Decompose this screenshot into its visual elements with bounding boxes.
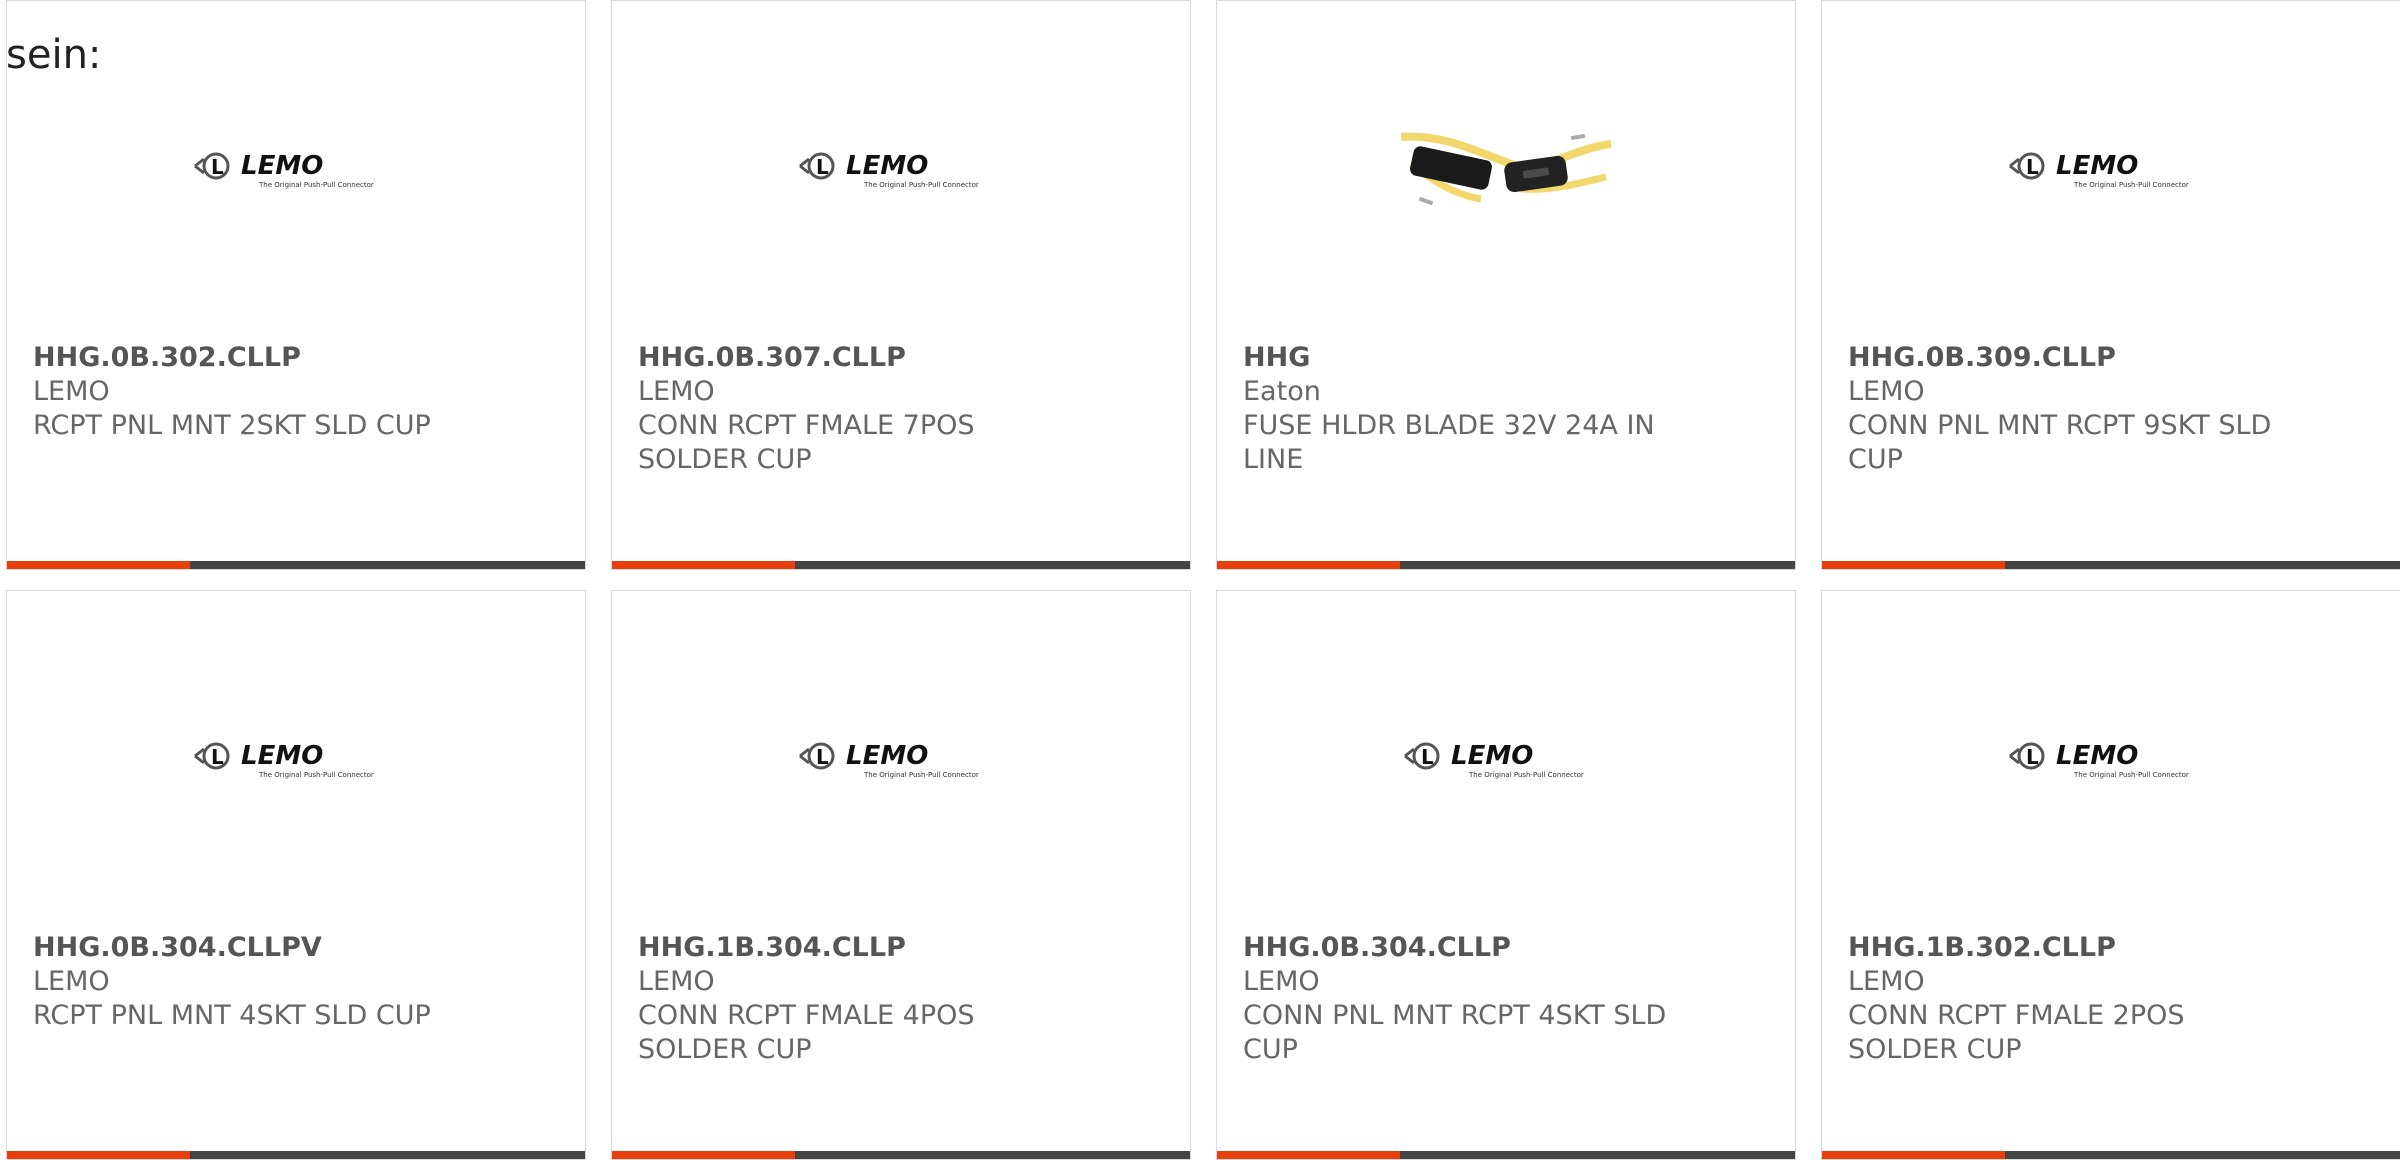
card-footer-bar [1217,1151,1795,1159]
lemo-logo-icon: L LEMO The Original Push-Pull Connector [799,151,979,189]
card-accent-bar [1217,1151,1400,1159]
svg-text:The Original Push-Pull Connect: The Original Push-Pull Connector [258,181,374,189]
description: RCPT PNL MNT 4SKT SLD CUP [33,1000,431,1031]
product-image[interactable]: L LEMO The Original Push-Pull Connector [7,686,585,831]
product-card[interactable]: L LEMO The Original Push-Pull Connector … [611,0,1191,570]
svg-text:The Original Push-Pull Connect: The Original Push-Pull Connector [863,771,979,779]
description: CONN RCPT FMALE 4POS SOLDER CUP [638,1000,975,1065]
product-image[interactable] [1217,96,1795,241]
product-card[interactable]: HHG Eaton FUSE HLDR BLADE 32V 24A IN LIN… [1216,0,1796,570]
svg-text:L: L [816,155,829,179]
part-number[interactable]: HHG [1243,341,1673,375]
product-image[interactable]: L LEMO The Original Push-Pull Connector [1822,686,2400,831]
part-number[interactable]: HHG.1B.304.CLLP [638,931,1068,965]
card-footer-bar [612,561,1190,569]
manufacturer: Eaton [1243,376,1321,407]
lemo-logo-icon: L LEMO The Original Push-Pull Connector [799,741,979,779]
svg-text:L: L [211,155,224,179]
part-number[interactable]: HHG.1B.302.CLLP [1848,931,2278,965]
svg-text:LEMO: LEMO [846,741,928,771]
manufacturer: LEMO [1848,966,1925,997]
product-card[interactable]: L LEMO The Original Push-Pull Connector … [1821,0,2400,570]
svg-text:L: L [211,745,224,769]
card-accent-bar [1822,1151,2005,1159]
product-grid: L LEMO The Original Push-Pull Connector … [6,0,2400,1160]
part-number[interactable]: HHG.0B.307.CLLP [638,341,1068,375]
card-accent-bar [1217,561,1400,569]
card-accent-bar [1822,561,2005,569]
card-accent-bar [7,1151,190,1159]
card-footer-bar [1822,561,2400,569]
description: CONN PNL MNT RCPT 4SKT SLD CUP [1243,1000,1667,1065]
svg-text:L: L [2026,745,2039,769]
product-image[interactable]: L LEMO The Original Push-Pull Connector [1217,686,1795,831]
lemo-logo-icon: L LEMO The Original Push-Pull Connector [2009,741,2189,779]
svg-text:The Original Push-Pull Connect: The Original Push-Pull Connector [2073,771,2189,779]
part-number[interactable]: HHG.0B.304.CLLPV [33,931,463,965]
manufacturer: LEMO [638,966,715,997]
lemo-logo-icon: L LEMO The Original Push-Pull Connector [194,741,374,779]
product-card[interactable]: L LEMO The Original Push-Pull Connector … [611,590,1191,1160]
product-card[interactable]: L LEMO The Original Push-Pull Connector … [1821,590,2400,1160]
product-image[interactable]: L LEMO The Original Push-Pull Connector [612,686,1190,831]
svg-text:The Original Push-Pull Connect: The Original Push-Pull Connector [1468,771,1584,779]
part-number[interactable]: HHG.0B.309.CLLP [1848,341,2278,375]
svg-text:The Original Push-Pull Connect: The Original Push-Pull Connector [2073,181,2189,189]
card-accent-bar [7,561,190,569]
card-footer-bar [612,1151,1190,1159]
svg-text:L: L [2026,155,2039,179]
manufacturer: LEMO [33,966,110,997]
svg-text:L: L [816,745,829,769]
card-accent-bar [612,561,795,569]
description: RCPT PNL MNT 2SKT SLD CUP [33,410,431,441]
lemo-logo-icon: L LEMO The Original Push-Pull Connector [194,151,374,189]
card-footer-bar [7,1151,585,1159]
manufacturer: LEMO [638,376,715,407]
svg-text:The Original Push-Pull Connect: The Original Push-Pull Connector [863,181,979,189]
svg-text:LEMO: LEMO [1451,741,1533,771]
card-footer-bar [1217,561,1795,569]
description: CONN RCPT FMALE 2POS SOLDER CUP [1848,1000,2185,1065]
intro-text: sein: [6,32,102,78]
svg-text:LEMO: LEMO [2056,741,2138,771]
description: CONN RCPT FMALE 7POS SOLDER CUP [638,410,975,475]
product-card[interactable]: L LEMO The Original Push-Pull Connector … [6,0,586,570]
part-number[interactable]: HHG.0B.304.CLLP [1243,931,1673,965]
description: FUSE HLDR BLADE 32V 24A IN LINE [1243,410,1655,475]
svg-text:L: L [1421,745,1434,769]
lemo-logo-icon: L LEMO The Original Push-Pull Connector [2009,151,2189,189]
product-image[interactable]: L LEMO The Original Push-Pull Connector [7,96,585,241]
part-number[interactable]: HHG.0B.302.CLLP [33,341,463,375]
description: CONN PNL MNT RCPT 9SKT SLD CUP [1848,410,2272,475]
manufacturer: LEMO [33,376,110,407]
product-card[interactable]: L LEMO The Original Push-Pull Connector … [6,590,586,1160]
svg-text:LEMO: LEMO [241,151,323,181]
card-accent-bar [612,1151,795,1159]
svg-text:The Original Push-Pull Connect: The Original Push-Pull Connector [258,771,374,779]
lemo-logo-icon: L LEMO The Original Push-Pull Connector [1404,741,1584,779]
svg-text:LEMO: LEMO [846,151,928,181]
card-footer-bar [1822,1151,2400,1159]
svg-text:LEMO: LEMO [2056,151,2138,181]
product-card[interactable]: L LEMO The Original Push-Pull Connector … [1216,590,1796,1160]
card-footer-bar [7,561,585,569]
product-image[interactable]: L LEMO The Original Push-Pull Connector [1822,96,2400,241]
manufacturer: LEMO [1848,376,1925,407]
svg-text:LEMO: LEMO [241,741,323,771]
product-image[interactable]: L LEMO The Original Push-Pull Connector [612,96,1190,241]
fuse-holder-photo-icon [1401,132,1611,205]
manufacturer: LEMO [1243,966,1320,997]
